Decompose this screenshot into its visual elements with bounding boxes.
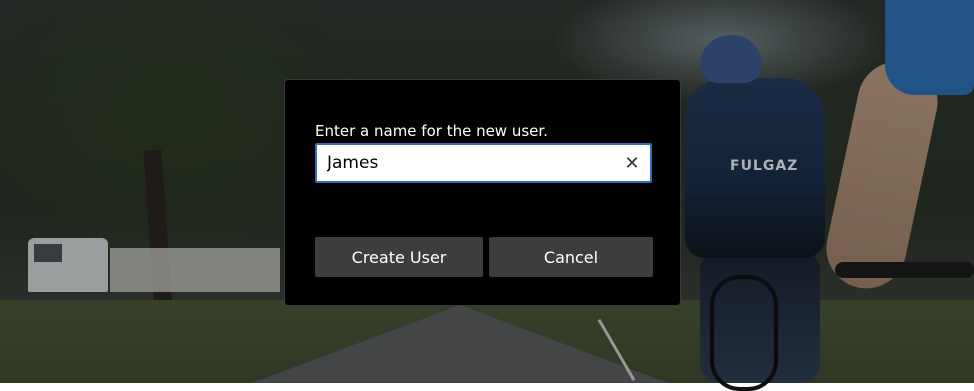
dialog-prompt: Enter a name for the new user.: [315, 122, 548, 140]
new-user-dialog: Enter a name for the new user. ✕ Create …: [284, 79, 681, 306]
user-name-input[interactable]: [315, 143, 652, 183]
close-icon: ✕: [624, 152, 640, 174]
create-user-button[interactable]: Create User: [315, 237, 483, 277]
cancel-button[interactable]: Cancel: [489, 237, 653, 277]
clear-input-button[interactable]: ✕: [617, 148, 647, 178]
